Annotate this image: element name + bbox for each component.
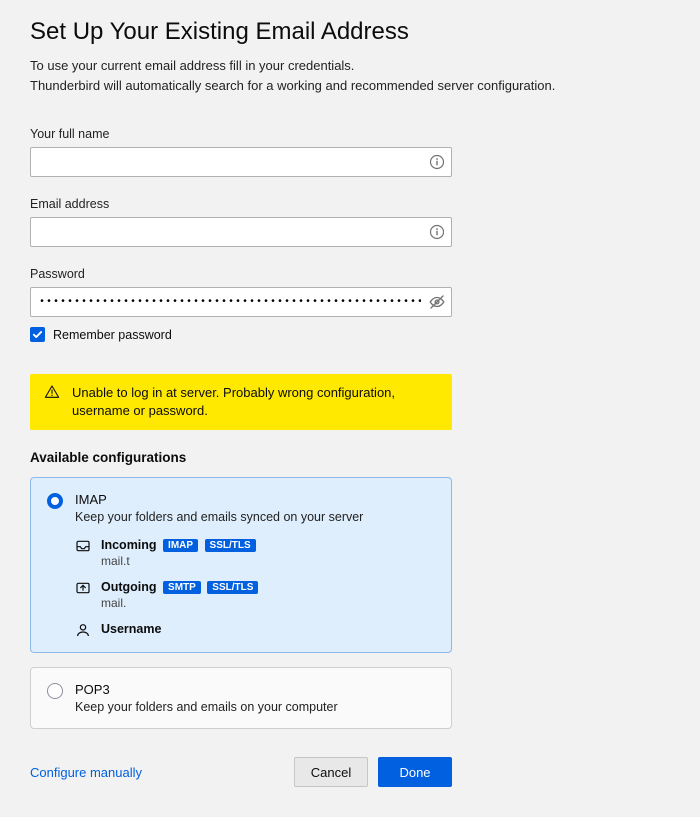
config-pop3-name: POP3 (75, 682, 435, 697)
user-icon (75, 622, 91, 638)
email-input[interactable] (30, 217, 452, 247)
inbox-icon (75, 538, 91, 554)
password-label: Password (30, 267, 670, 281)
configure-manually-link[interactable]: Configure manually (30, 765, 142, 780)
outgoing-label: Outgoing (101, 580, 157, 594)
remember-password-label: Remember password (53, 328, 172, 342)
subtitle-line2: Thunderbird will automatically search fo… (30, 78, 555, 93)
outbox-icon (75, 580, 91, 596)
page-subtitle: To use your current email address fill i… (30, 56, 670, 95)
incoming-proto-tag: IMAP (163, 539, 198, 552)
outgoing-host: mail. (101, 596, 258, 610)
outgoing-security-tag: SSL/TLS (207, 581, 258, 594)
info-icon[interactable] (428, 223, 446, 241)
radio-selected-icon (47, 493, 63, 509)
username-row: Username (75, 622, 435, 638)
eye-off-icon[interactable] (428, 293, 446, 311)
incoming-host: mail.t (101, 554, 256, 568)
config-option-pop3[interactable]: POP3 Keep your folders and emails on you… (30, 667, 452, 729)
incoming-label: Incoming (101, 538, 157, 552)
available-configs-title: Available configurations (30, 450, 670, 465)
outgoing-server-row: Outgoing SMTP SSL/TLS mail. (75, 580, 435, 610)
full-name-label: Your full name (30, 127, 670, 141)
username-label: Username (101, 622, 161, 636)
radio-unselected-icon (47, 683, 63, 699)
config-option-imap[interactable]: IMAP Keep your folders and emails synced… (30, 477, 452, 653)
remember-password-checkbox[interactable]: Remember password (30, 327, 670, 342)
checkbox-checked-icon (30, 327, 45, 342)
full-name-input[interactable] (30, 147, 452, 177)
error-alert-text: Unable to log in at server. Probably wro… (72, 384, 438, 420)
email-label: Email address (30, 197, 670, 211)
incoming-server-row: Incoming IMAP SSL/TLS mail.t (75, 538, 435, 568)
config-imap-name: IMAP (75, 492, 435, 507)
incoming-security-tag: SSL/TLS (205, 539, 256, 552)
error-alert: Unable to log in at server. Probably wro… (30, 374, 452, 430)
done-button[interactable]: Done (378, 757, 452, 787)
page-title: Set Up Your Existing Email Address (30, 18, 670, 46)
cancel-button[interactable]: Cancel (294, 757, 368, 787)
warning-icon (44, 384, 60, 400)
outgoing-proto-tag: SMTP (163, 581, 201, 594)
subtitle-line1: To use your current email address fill i… (30, 58, 354, 73)
password-input[interactable] (30, 287, 452, 317)
config-pop3-desc: Keep your folders and emails on your com… (75, 700, 435, 714)
info-icon[interactable] (428, 153, 446, 171)
config-imap-desc: Keep your folders and emails synced on y… (75, 510, 435, 524)
